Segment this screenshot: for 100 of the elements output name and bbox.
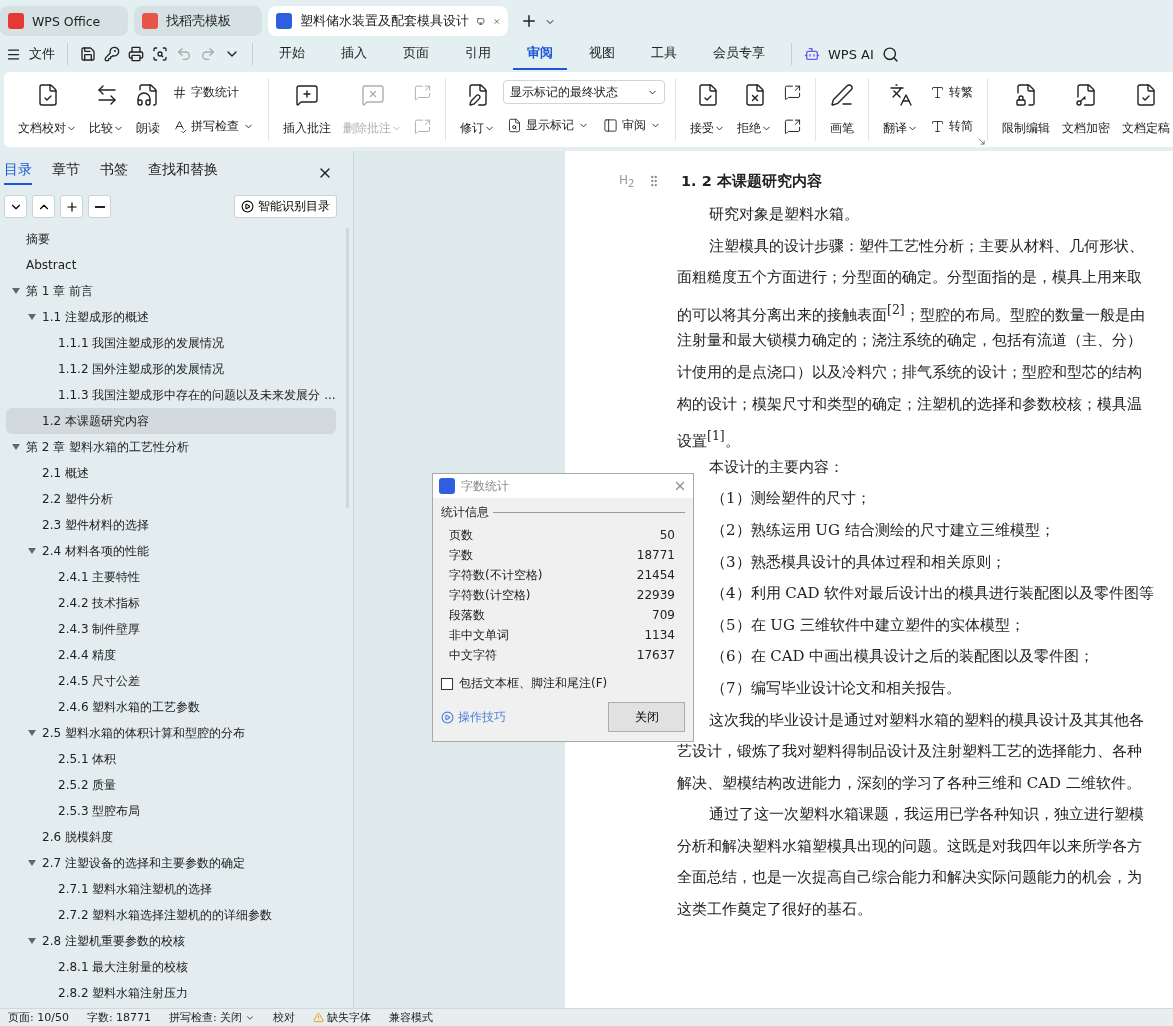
outline-item[interactable]: 1.1.1 我国注塑成形的发展情况 — [6, 330, 336, 356]
panel-tab[interactable]: 书签 — [100, 161, 128, 185]
outline-item[interactable]: 2.5 塑料水箱的体积计算和型腔的分布 — [6, 720, 336, 746]
menu-tab[interactable]: 引用 — [451, 38, 505, 70]
status-item[interactable]: 页面: 10/50 — [8, 1010, 69, 1025]
checkbox[interactable] — [441, 677, 453, 690]
search-icon[interactable] — [881, 45, 899, 63]
menu-tab[interactable]: 页面 — [389, 38, 443, 70]
collapse-button[interactable] — [32, 195, 55, 218]
outline-item[interactable]: 第 1 章 前言 — [6, 278, 336, 304]
menu-tab[interactable]: 开始 — [265, 38, 319, 70]
markup-select[interactable]: 显示标记的最终状态 — [503, 80, 665, 105]
app-tab[interactable]: 塑料储水装置及配套模具设计 — [268, 6, 508, 36]
outline-item[interactable]: 2.8.2 塑料水箱注射压力 — [6, 980, 336, 1006]
ribbon-button[interactable]: 翻译 — [879, 78, 922, 141]
menu-tab[interactable]: 会员专享 — [699, 38, 779, 70]
add-button[interactable] — [60, 195, 83, 218]
ribbon-button[interactable]: 接受 — [686, 78, 729, 141]
ribbon-button[interactable]: 插入批注 — [279, 78, 335, 141]
outline-item[interactable]: 2.4.4 精度 — [6, 642, 336, 668]
ribbon-button[interactable]: 比较 — [85, 78, 128, 141]
status-item[interactable]: 兼容模式 — [389, 1010, 434, 1025]
text-line: （1）测绘塑件的尺寸； — [711, 489, 871, 508]
outline-item[interactable]: 1.1 注塑成形的概述 — [6, 304, 336, 330]
ribbon-button[interactable]: 朗读 — [132, 78, 164, 141]
outline-item[interactable]: Abstract — [6, 252, 336, 278]
outline-item[interactable]: 2.5.1 体积 — [6, 746, 336, 772]
ribbon-button[interactable]: 拒绝 — [733, 78, 776, 141]
outline-item[interactable]: 2.4.6 塑料水箱的工艺参数 — [6, 694, 336, 720]
ribbon-button[interactable]: 文档定稿 — [1118, 78, 1173, 141]
outline-item[interactable]: 2.3 塑件材料的选择 — [6, 512, 336, 538]
panel-tab[interactable]: 查找和替换 — [148, 161, 218, 185]
outline-item[interactable]: 2.2 塑件分析 — [6, 486, 336, 512]
status-warning[interactable]: 缺失字体 — [313, 1010, 372, 1025]
stat-value: 709 — [652, 608, 675, 622]
save-icon[interactable] — [80, 46, 96, 62]
ai-button[interactable]: WPS AI — [828, 46, 874, 62]
outline-item[interactable]: 2.7.2 塑料水箱选择注塑机的的详细参数 — [6, 902, 336, 928]
app-tab[interactable]: WPS Office — [0, 6, 128, 36]
ribbon-button[interactable]: 审阅 — [599, 112, 665, 139]
smart-toc-button[interactable]: 智能识别目录 — [234, 195, 337, 218]
menu-tab[interactable]: 工具 — [637, 38, 691, 70]
outline-item[interactable]: 1.1.3 我国注塑成形中存在的问题以及未来发展分 ... — [6, 382, 336, 408]
ribbon-button[interactable]: 文档校对 — [14, 78, 81, 141]
dialog-launcher-icon[interactable] — [978, 138, 985, 145]
expand-triangle-icon[interactable] — [28, 937, 36, 945]
outline-item[interactable]: 2.4.5 尺寸公差 — [6, 668, 336, 694]
ribbon-button[interactable]: 转繁 — [926, 79, 977, 106]
key-icon[interactable] — [104, 46, 120, 62]
app-tab[interactable]: 找稻壳模板 — [134, 6, 262, 36]
outline-item[interactable]: 2.1 概述 — [6, 460, 336, 486]
outline-item[interactable]: 2.8.1 最大注射量的校核 — [6, 954, 336, 980]
menu-icon[interactable] — [6, 46, 21, 62]
minus-icon — [94, 205, 105, 208]
comment-x-icon — [360, 82, 385, 107]
outline-item[interactable]: 2.5.2 质量 — [6, 772, 336, 798]
outline-item[interactable]: 2.6 脱模斜度 — [6, 824, 336, 850]
print-icon[interactable] — [128, 46, 144, 62]
status-item[interactable]: 字数: 18771 — [86, 1010, 152, 1025]
expand-triangle-icon[interactable] — [28, 547, 36, 555]
outline-item[interactable]: 2.4.1 主要特性 — [6, 564, 336, 590]
ribbon-button[interactable]: 显示标记 — [503, 112, 593, 139]
menu-tab[interactable]: 视图 — [575, 38, 629, 70]
ribbon-button[interactable]: 字数统计 — [168, 79, 243, 106]
outline-item[interactable]: 2.4.3 制件壁厚 — [6, 616, 336, 642]
outline-item[interactable]: 2.4.2 技术指标 — [6, 590, 336, 616]
outline-item[interactable]: 2.4 材料各项的性能 — [6, 538, 336, 564]
outline-item[interactable]: 2.7 注塑设备的选择和主要参数的确定 — [6, 850, 336, 876]
expand-triangle-icon[interactable] — [28, 859, 36, 867]
outline-item[interactable]: 第 2 章 塑料水箱的工艺性分析 — [6, 434, 336, 460]
expand-triangle-icon[interactable] — [12, 443, 20, 451]
outline-item[interactable]: 2.5.3 型腔布局 — [6, 798, 336, 824]
outline-item[interactable]: 2.8 注塑机重要参数的校核 — [6, 928, 336, 954]
status-item[interactable]: 校对 — [273, 1010, 296, 1025]
text-line: 通过了这一次塑料水箱课题，我运用已学各种知识，独立进行塑模 — [709, 805, 1144, 824]
outline-item[interactable]: 摘要 — [6, 226, 336, 252]
panel-tab[interactable]: 目录 — [4, 161, 32, 185]
menu-tab[interactable]: 审阅 — [513, 38, 567, 70]
ribbon-button[interactable]: 限制编辑 — [998, 78, 1054, 141]
new-tab-icon[interactable] — [520, 12, 538, 30]
ribbon-button[interactable]: 拼写检查 — [168, 113, 258, 140]
menu-tab[interactable]: 插入 — [327, 38, 381, 70]
ribbon-button[interactable]: 修订 — [456, 78, 499, 141]
close-button[interactable]: 关闭 — [608, 702, 685, 732]
expand-triangle-icon[interactable] — [28, 313, 36, 321]
status-dropdown[interactable]: 拼写检查: 关闭 — [169, 1010, 256, 1025]
outline-item[interactable]: 1.1.2 国外注塑成形的发展情况 — [6, 356, 336, 382]
file-menu[interactable]: 文件 — [29, 45, 55, 63]
ribbon-button[interactable]: 文档加密 — [1058, 78, 1114, 141]
expand-triangle-icon[interactable] — [12, 287, 20, 295]
outline-item[interactable]: 2.7.1 塑料水箱注塑机的选择 — [6, 876, 336, 902]
ribbon-button[interactable]: 转简 — [926, 113, 977, 140]
remove-button[interactable] — [88, 195, 111, 218]
print-preview-icon[interactable] — [152, 46, 168, 62]
expand-triangle-icon[interactable] — [28, 729, 36, 737]
ribbon-button[interactable]: 画笔 — [826, 78, 858, 141]
panel-tab[interactable]: 章节 — [52, 161, 80, 185]
expand-button[interactable] — [4, 195, 27, 218]
tips-link[interactable]: 操作技巧 — [441, 708, 506, 726]
outline-item[interactable]: 1.2 本课题研究内容 — [6, 408, 336, 434]
